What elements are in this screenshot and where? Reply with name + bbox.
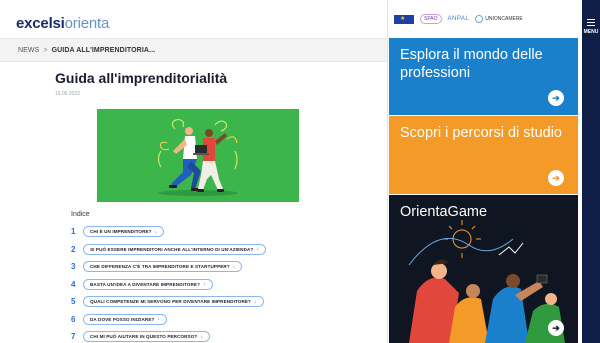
eu-logo [394, 14, 414, 24]
logo-part-bold: excelsi [16, 15, 65, 32]
toc-link[interactable]: QUALI COMPETENZE MI SERVONO PER DIVENTAR… [83, 296, 264, 308]
toc-link[interactable]: DA DOVE POSSO INIZIARE? ↓ [83, 313, 168, 325]
card-professioni[interactable]: Esplora il mondo delle professioni ➔ [389, 38, 578, 115]
site-logo[interactable]: excelsiorienta [16, 15, 109, 32]
hero-illustration [97, 109, 299, 202]
logo-part-light: orienta [64, 15, 110, 32]
toc-number: 1 [71, 227, 76, 237]
card-orientagame[interactable]: OrientaGame ➔ [389, 195, 578, 343]
toc-item: 7 CHI MI PUÒ AIUTARE IN QUESTO PERCORSO? ↓ [71, 328, 371, 343]
card-title: Esplora il mondo delle professioni [400, 47, 543, 81]
arrow-right-button[interactable]: ➔ [548, 320, 564, 336]
toc-item: 6 DA DOVE POSSO INIZIARE? ↓ [71, 311, 371, 329]
toc-number: 6 [71, 314, 76, 324]
breadcrumb-home[interactable]: NEWS [18, 47, 39, 54]
toc-link[interactable]: CHI È UN IMPRENDITORE? ↓ [83, 226, 165, 238]
toc-link-label: CHE DIFFERENZA C'È TRA IMPRENDITORE E ST… [90, 264, 230, 270]
toc-item: 2 SI PUÒ ESSERE IMPRENDITORI ANCHE ALL'IN… [71, 241, 371, 259]
article-date: 19.06.2022 [55, 91, 81, 97]
hamburger-icon [587, 19, 595, 26]
arrow-down-icon: ↓ [256, 246, 259, 253]
toc-number: 4 [71, 279, 76, 289]
breadcrumb: NEWS > GUIDA ALL'IMPRENDITORIA... [0, 38, 387, 62]
arrow-down-icon: ↓ [232, 263, 236, 270]
menu-button[interactable]: MENU [582, 0, 600, 343]
eu-flag-icon [394, 14, 414, 24]
toc-number: 3 [71, 262, 76, 272]
index-heading: Indice [71, 211, 90, 218]
toc-link[interactable]: CHE DIFFERENZA C'È TRA IMPRENDITORE E ST… [83, 261, 243, 273]
breadcrumb-separator: > [43, 47, 48, 54]
arrow-right-button[interactable]: ➔ [548, 90, 564, 106]
partner-logos: SPAO ANPAL UNIONCAMERE [389, 0, 582, 38]
toc-link[interactable]: SI PUÒ ESSERE IMPRENDITORI ANCHE ALL'INT… [83, 243, 266, 255]
breadcrumb-current: GUIDA ALL'IMPRENDITORIA... [51, 47, 156, 54]
page-title: Guida all'imprenditorialità [55, 70, 228, 86]
toc-link-label: BASTA UN'IDEA A DIVENTARE IMPRENDITORE? [90, 281, 200, 287]
promo-column: SPAO ANPAL UNIONCAMERE Esplora il mondo … [389, 0, 582, 343]
toc-link[interactable]: BASTA UN'IDEA A DIVENTARE IMPRENDITORE? ↓ [83, 278, 213, 290]
arrow-down-icon: ↓ [157, 316, 161, 323]
toc-item: 5 QUALI COMPETENZE MI SERVONO PER DIVENTA… [71, 293, 371, 311]
arrow-down-icon: ↓ [200, 333, 203, 340]
toc-link[interactable]: CHI MI PUÒ AIUTARE IN QUESTO PERCORSO? ↓ [83, 331, 210, 343]
toc-link-label: DA DOVE POSSO INIZIARE? [90, 316, 155, 322]
toc-link-label: QUALI COMPETENZE MI SERVONO PER DIVENTAR… [90, 299, 251, 305]
toc-link-label: CHI È UN IMPRENDITORE? [90, 229, 152, 235]
orientagame-illustration [408, 220, 565, 343]
toc-number: 7 [71, 332, 76, 342]
toc-link-label: CHI MI PUÒ AIUTARE IN QUESTO PERCORSO? [90, 334, 198, 340]
toc-number: 5 [71, 297, 76, 307]
spao-logo-text: SPAO [420, 14, 442, 24]
toc-item: 3 CHE DIFFERENZA C'È TRA IMPRENDITORE E S… [71, 258, 371, 276]
unioncamere-logo-text: UNIONCAMERE [485, 16, 523, 22]
toc-item: 4 BASTA UN'IDEA A DIVENTARE IMPRENDITORE?… [71, 276, 371, 294]
arrow-right-button[interactable]: ➔ [548, 170, 564, 186]
arrow-down-icon: ↓ [253, 298, 257, 305]
unioncamere-emblem-icon [475, 15, 484, 23]
toc-item: 1 CHI È UN IMPRENDITORE? ↓ [71, 223, 371, 241]
hero-illustration-svg [157, 119, 238, 196]
unioncamere-logo: UNIONCAMERE [475, 15, 523, 23]
card-percorsi-studio[interactable]: Scopri i percorsi di studio ➔ [389, 116, 578, 194]
table-of-contents: 1 CHI È UN IMPRENDITORE? ↓ 2 SI PUÒ ESSERE … [71, 223, 371, 343]
spao-logo: SPAO [420, 14, 442, 24]
toc-link-label: SI PUÒ ESSERE IMPRENDITORI ANCHE ALL'INT… [90, 246, 254, 252]
menu-label: MENU [583, 29, 599, 35]
anpal-logo: ANPAL [447, 16, 470, 22]
article-column: excelsiorienta NEWS > GUIDA ALL'IMPRENDITO… [0, 0, 388, 343]
toc-number: 2 [71, 244, 76, 254]
arrow-down-icon: ↓ [154, 228, 158, 235]
arrow-down-icon: ↓ [202, 281, 206, 288]
card-title: Scopri i percorsi di studio [400, 125, 562, 141]
page: excelsiorienta NEWS > GUIDA ALL'IMPRENDITO… [0, 0, 600, 343]
